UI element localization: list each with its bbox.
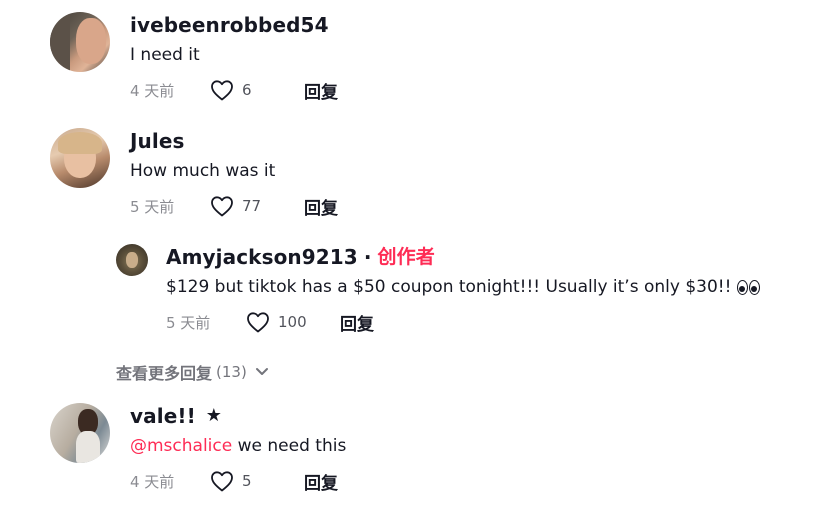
- like-button[interactable]: 6: [210, 79, 274, 101]
- reply-button[interactable]: 回复: [304, 469, 338, 494]
- reply-time: 5 天前: [166, 313, 211, 332]
- comment-username[interactable]: Jules: [130, 128, 338, 154]
- like-count: 5: [242, 472, 252, 490]
- heart-icon: [211, 471, 233, 492]
- comment-username[interactable]: vale!!: [130, 403, 196, 429]
- avatar[interactable]: [50, 403, 110, 463]
- creator-badge: 创作者: [377, 246, 435, 268]
- comment-username-row: vale!! ★: [130, 403, 346, 429]
- heart-icon: [211, 196, 233, 217]
- like-button[interactable]: 77: [210, 195, 274, 217]
- reply-username[interactable]: Amyjackson9213: [166, 244, 358, 270]
- reply-button[interactable]: 回复: [304, 78, 338, 103]
- separator: ·: [363, 245, 372, 269]
- comment-time: 5 天前: [130, 197, 175, 216]
- like-count: 100: [278, 313, 307, 331]
- like-count: 6: [242, 81, 252, 99]
- avatar[interactable]: [116, 244, 148, 276]
- comment-item: Jules How much was it 5 天前 77 回复: [50, 128, 338, 219]
- eyes-emoji-icon: [737, 279, 761, 295]
- heart-icon: [211, 80, 233, 101]
- comment-time: 4 天前: [130, 81, 175, 100]
- view-more-label: 查看更多回复: [116, 364, 213, 383]
- reply-username-row: Amyjackson9213 · 创作者: [166, 244, 761, 270]
- reply-count: (13): [216, 363, 247, 381]
- comment-text: I need it: [130, 45, 200, 65]
- avatar[interactable]: [50, 12, 110, 72]
- like-count: 77: [242, 197, 262, 215]
- reply-text: $129 but tiktok has a $50 coupon tonight…: [166, 276, 761, 298]
- comment-text: How much was it: [130, 161, 276, 181]
- comment-username[interactable]: ivebeenrobbed54: [130, 12, 338, 38]
- chevron-down-icon: [255, 368, 268, 375]
- comment-text: @mschalice we need this: [130, 436, 347, 456]
- reply-button[interactable]: 回复: [304, 194, 338, 219]
- comment-time: 4 天前: [130, 472, 175, 491]
- avatar[interactable]: [50, 128, 110, 188]
- mention-link[interactable]: @mschalice: [130, 436, 232, 456]
- like-button[interactable]: 100: [246, 311, 310, 333]
- comment-item: ivebeenrobbed54 I need it 4 天前 6 回复: [50, 12, 338, 103]
- comment-item: vale!! ★ @mschalice we need this 4 天前 5 …: [50, 403, 347, 494]
- reply-button[interactable]: 回复: [340, 310, 374, 335]
- heart-icon: [247, 312, 269, 333]
- like-button[interactable]: 5: [210, 470, 274, 492]
- star-icon: ★: [205, 405, 223, 426]
- reply-item: Amyjackson9213 · 创作者 $129 but tiktok has…: [116, 244, 761, 335]
- view-more-replies-button[interactable]: 查看更多回复 (13): [116, 360, 269, 384]
